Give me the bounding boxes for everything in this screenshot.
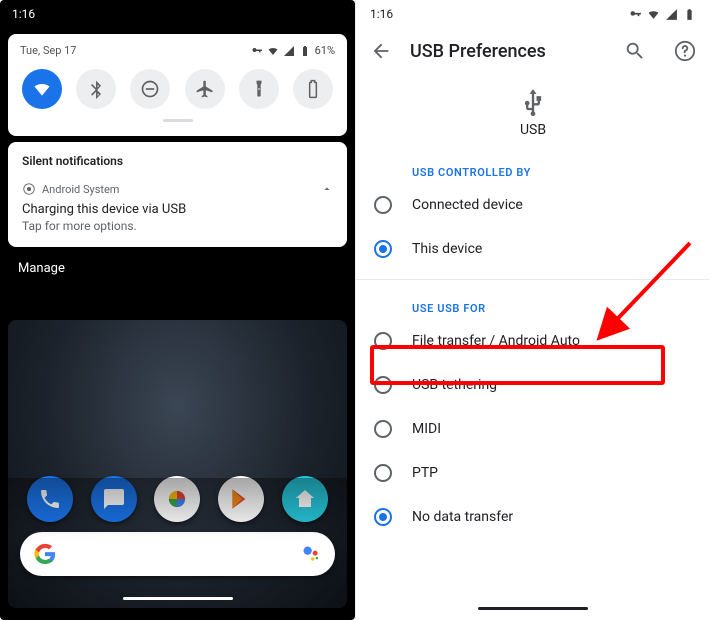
- phone-right: 1:16 USB Preferences USB USB CONTROLLED …: [355, 0, 710, 620]
- radio-icon: [374, 196, 392, 214]
- radio-icon: [374, 420, 392, 438]
- option-this-device[interactable]: This device: [356, 227, 710, 271]
- page-title: USB Preferences: [410, 41, 606, 62]
- toggle-airplane[interactable]: [185, 69, 225, 109]
- status-bar-left: 1:16: [0, 0, 355, 28]
- toggle-dnd[interactable]: [130, 69, 170, 109]
- key-icon: [251, 45, 263, 57]
- search-icon[interactable]: [624, 40, 646, 62]
- option-midi[interactable]: MIDI: [356, 407, 710, 451]
- manage-link[interactable]: Manage: [0, 247, 355, 284]
- status-time: 1:16: [12, 7, 35, 21]
- silent-notifications-card: Silent notifications Android System Char…: [8, 142, 347, 247]
- assistant-icon[interactable]: [301, 544, 321, 564]
- wifi-icon: [267, 45, 279, 57]
- notif-app-label: Android System: [42, 183, 119, 196]
- app-playstore[interactable]: [218, 476, 264, 522]
- silent-header: Silent notifications: [22, 154, 333, 168]
- option-no-data-transfer[interactable]: No data transfer: [356, 495, 710, 539]
- notif-title[interactable]: Charging this device via USB: [22, 202, 333, 217]
- back-icon[interactable]: [370, 40, 392, 62]
- phone-left: 1:16 Tue, Sep 17 61%: [0, 0, 355, 620]
- radio-icon: [374, 464, 392, 482]
- radio-icon: [374, 376, 392, 394]
- option-label: USB tethering: [412, 377, 497, 393]
- gear-icon: [22, 182, 36, 196]
- app-home[interactable]: [282, 476, 328, 522]
- option-file-transfer[interactable]: File transfer / Android Auto: [356, 319, 710, 363]
- app-bar: USB Preferences: [356, 28, 710, 74]
- help-icon[interactable]: [674, 40, 696, 62]
- option-label: No data transfer: [412, 509, 513, 525]
- radio-icon: [374, 508, 392, 526]
- notif-subtitle: Tap for more options.: [22, 219, 333, 233]
- quick-settings-card: Tue, Sep 17 61%: [8, 34, 347, 136]
- qs-drag-handle[interactable]: [163, 119, 193, 122]
- nav-handle-left[interactable]: [123, 597, 233, 600]
- option-label: MIDI: [412, 421, 441, 437]
- app-dock: [8, 476, 347, 522]
- battery-icon: [683, 8, 696, 21]
- battery-icon: [299, 45, 311, 57]
- toggle-battery-saver[interactable]: [293, 69, 333, 109]
- usb-icon: [519, 88, 547, 116]
- toggle-wifi[interactable]: [22, 69, 62, 109]
- signal-icon: [665, 8, 678, 21]
- option-label: File transfer / Android Auto: [412, 333, 580, 349]
- option-label: This device: [412, 241, 482, 257]
- app-photos[interactable]: [154, 476, 200, 522]
- option-label: Connected device: [412, 197, 523, 213]
- key-icon: [629, 8, 642, 21]
- option-ptp[interactable]: PTP: [356, 451, 710, 495]
- section-use-usb-for: USE USB FOR: [356, 280, 710, 319]
- usb-hero-label: USB: [356, 122, 710, 138]
- toggle-flashlight[interactable]: [239, 69, 279, 109]
- option-connected-device[interactable]: Connected device: [356, 183, 710, 227]
- app-messages[interactable]: [91, 476, 137, 522]
- google-search-bar[interactable]: [20, 532, 335, 576]
- qs-status-icons: 61%: [251, 44, 335, 57]
- section-controlled-by: USB CONTROLLED BY: [356, 144, 710, 183]
- toggle-bluetooth[interactable]: [76, 69, 116, 109]
- status-time-right: 1:16: [370, 7, 393, 21]
- battery-pct: 61%: [315, 44, 335, 57]
- wifi-icon: [647, 8, 660, 21]
- app-phone[interactable]: [27, 476, 73, 522]
- option-label: PTP: [412, 465, 438, 481]
- usb-hero: USB: [356, 74, 710, 144]
- nav-handle-right[interactable]: [478, 607, 588, 610]
- home-wallpaper: [8, 320, 347, 608]
- radio-icon: [374, 240, 392, 258]
- chevron-up-icon[interactable]: [321, 183, 333, 195]
- google-g-icon: [34, 543, 56, 565]
- signal-icon: [283, 45, 295, 57]
- radio-icon: [374, 332, 392, 350]
- option-usb-tethering[interactable]: USB tethering: [356, 363, 710, 407]
- status-bar-right: 1:16: [356, 0, 710, 28]
- qs-date: Tue, Sep 17: [20, 44, 76, 57]
